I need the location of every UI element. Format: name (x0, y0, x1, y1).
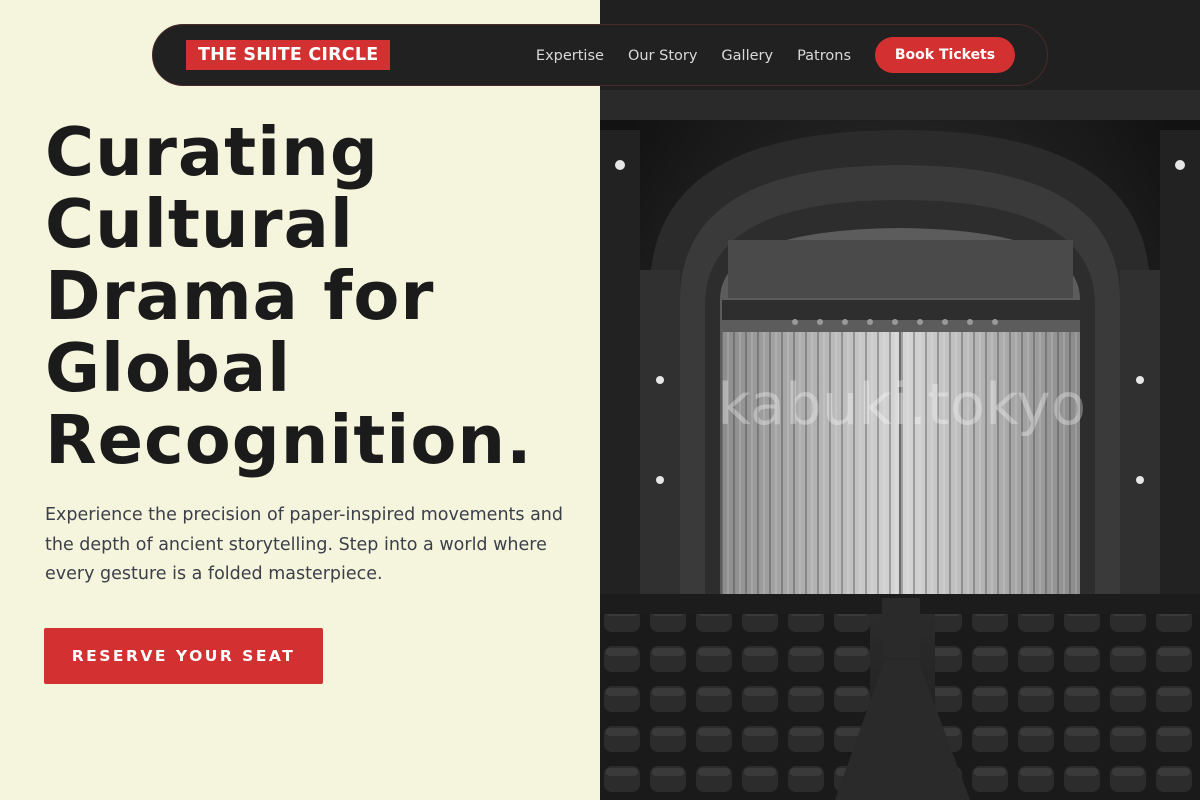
nav-link-expertise[interactable]: Expertise (536, 48, 604, 64)
nav-link-patrons[interactable]: Patrons (797, 48, 851, 64)
site-logo[interactable]: THE SHITE CIRCLE (186, 40, 391, 70)
reserve-seat-button[interactable]: RESERVE YOUR SEAT (44, 628, 323, 684)
nav-links: Expertise Our Story Gallery Patrons (536, 25, 851, 87)
top-navbar: THE SHITE CIRCLE Expertise Our Story Gal… (152, 24, 1048, 86)
hero-title-line: Drama for (45, 257, 435, 335)
nav-link-gallery[interactable]: Gallery (721, 48, 773, 64)
nav-link-our-story[interactable]: Our Story (628, 48, 697, 64)
theater-image: kabuki.tokyo (600, 0, 1200, 800)
hero-text-panel: Curating Cultural Drama for Global Recog… (0, 0, 600, 800)
hero-title-line: Global (45, 329, 292, 407)
hero-title-line: Cultural (45, 185, 354, 263)
hero-title-line: Recognition. (45, 401, 533, 479)
watermark-text: kabuki.tokyo (717, 372, 1087, 438)
hero-description: Experience the precision of paper-inspir… (45, 505, 564, 584)
hero-title-line: Curating (45, 113, 379, 191)
hero-title: Curating Cultural Drama for Global Recog… (45, 116, 590, 476)
book-tickets-button[interactable]: Book Tickets (875, 37, 1015, 73)
